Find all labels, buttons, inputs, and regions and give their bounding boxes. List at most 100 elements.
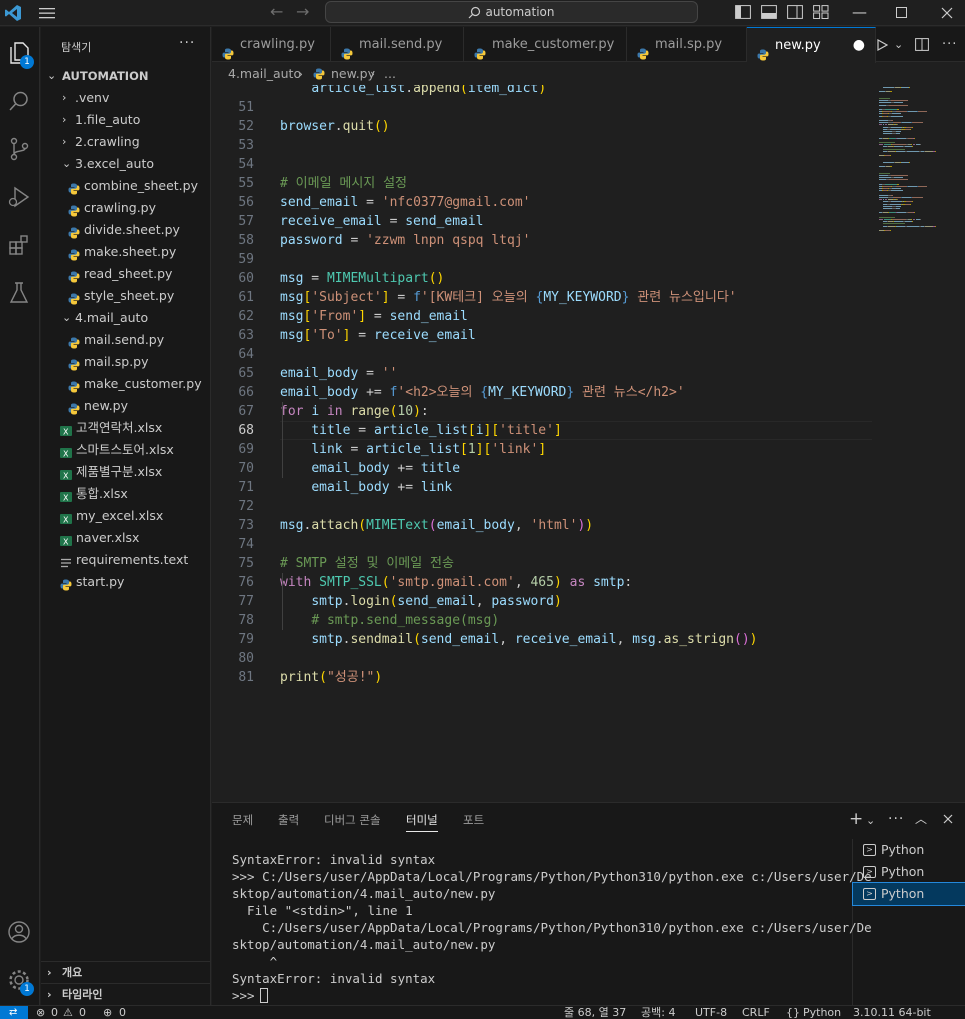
warning-icon[interactable]: ⚠ xyxy=(63,1006,73,1019)
file-item[interactable]: new.py xyxy=(41,395,210,417)
file-item[interactable]: X 제품별구분.xlsx xyxy=(41,461,210,483)
file-item[interactable]: crawling.py xyxy=(41,197,210,219)
account-icon[interactable] xyxy=(6,919,32,945)
code-text[interactable]: password = 'zzwm lnpn qspq ltqj' xyxy=(280,231,530,250)
folder-item[interactable]: › .venv xyxy=(41,87,210,109)
folder-item[interactable]: ⌄ 3.excel_auto xyxy=(41,153,210,175)
code-text[interactable]: email_body += f'<h2>오늘의 {MY_KEYWORD} 관련 … xyxy=(280,383,685,402)
remote-indicator[interactable]: ⇄ xyxy=(0,1006,28,1019)
file-item[interactable]: X 스마트스토어.xlsx xyxy=(41,439,210,461)
folder-item[interactable]: › 1.file_auto xyxy=(41,109,210,131)
error-count[interactable]: 0 xyxy=(51,1006,58,1019)
panel-tab-0[interactable]: 문제 xyxy=(232,813,253,827)
panel-tab-3[interactable]: 터미널 xyxy=(406,813,438,832)
indentation[interactable]: 공백: 4 xyxy=(641,1006,675,1019)
run-debug-icon[interactable] xyxy=(6,184,32,210)
warning-count[interactable]: 0 xyxy=(79,1006,86,1019)
breadcrumb-symbol[interactable]: ... xyxy=(384,63,396,85)
toggle-sidebar-icon[interactable] xyxy=(735,5,751,19)
code-text[interactable]: # 이메일 메시지 설정 xyxy=(280,174,407,193)
file-item[interactable]: combine_sheet.py xyxy=(41,175,210,197)
close-panel-icon[interactable] xyxy=(943,814,953,824)
new-terminal-icon[interactable]: + xyxy=(849,810,863,828)
code-text[interactable]: link = article_list[1]['link'] xyxy=(280,440,546,459)
manage-gear-icon[interactable]: 1 xyxy=(6,967,34,996)
code-text[interactable]: # SMTP 설정 및 이메일 전송 xyxy=(280,554,454,573)
more-actions-icon[interactable]: ··· xyxy=(179,35,195,51)
code-text[interactable]: msg = MIMEMultipart() xyxy=(280,269,444,288)
extensions-icon[interactable] xyxy=(6,232,32,258)
menu-icon[interactable] xyxy=(38,5,56,21)
file-item[interactable]: requirements.text xyxy=(41,549,210,571)
file-item[interactable]: X 고객연락처.xlsx xyxy=(41,417,210,439)
more-icon[interactable]: ··· xyxy=(888,810,904,828)
command-center-search[interactable]: automation xyxy=(325,1,698,23)
file-item[interactable]: Xnaver.xlsx xyxy=(41,527,210,549)
panel-tab-2[interactable]: 디버그 콘솔 xyxy=(324,813,381,827)
unsaved-dot-icon[interactable]: ● xyxy=(853,28,865,63)
workspace-root[interactable]: ⌄ AUTOMATION xyxy=(41,65,210,87)
cursor-position[interactable]: 줄 68, 열 37 xyxy=(564,1006,626,1019)
panel-tab-1[interactable]: 출력 xyxy=(278,813,299,827)
code-text[interactable]: msg.attach(MIMEText(email_body, 'html')) xyxy=(280,516,593,535)
source-control-icon[interactable] xyxy=(6,136,32,162)
code-text[interactable]: send_email = 'nfc0377@gmail.com' xyxy=(280,193,530,212)
folder-item[interactable]: › 2.crawling xyxy=(41,131,210,153)
code-text[interactable]: browser.quit() xyxy=(280,117,390,136)
file-item[interactable]: read_sheet.py xyxy=(41,263,210,285)
testing-icon[interactable] xyxy=(6,280,32,306)
terminal-instance[interactable]: > Python xyxy=(853,839,965,861)
file-item[interactable]: mail.send.py xyxy=(41,329,210,351)
breadcrumb-folder[interactable]: 4.mail_auto xyxy=(228,63,301,85)
dropdown-icon[interactable]: ⌄ xyxy=(866,812,875,830)
tab-mail-send-py[interactable]: mail.send.py xyxy=(331,27,464,62)
file-item[interactable]: make.sheet.py xyxy=(41,241,210,263)
file-item[interactable]: X 통합.xlsx xyxy=(41,483,210,505)
code-text[interactable]: msg['To'] = receive_email xyxy=(280,326,476,345)
timeline-section[interactable]: › 타임라인 xyxy=(41,983,210,1005)
close-icon[interactable] xyxy=(941,7,953,19)
code-text[interactable]: receive_email = send_email xyxy=(280,212,484,231)
search-icon[interactable] xyxy=(6,88,32,114)
code-text[interactable]: msg['Subject'] = f'[KW테크] 오늘의 {MY_KEYWOR… xyxy=(280,288,737,307)
forward-arrow-icon[interactable]: → xyxy=(296,3,309,21)
split-editor-icon[interactable] xyxy=(915,27,929,62)
python-interpreter[interactable]: 3.10.11 64-bit xyxy=(853,1006,931,1019)
ports-icon[interactable]: ⊕ xyxy=(103,1006,112,1019)
code-text[interactable]: msg['From'] = send_email xyxy=(280,307,468,326)
explorer-icon[interactable]: 1 xyxy=(6,40,34,69)
file-item[interactable]: Xmy_excel.xlsx xyxy=(41,505,210,527)
maximize-panel-icon[interactable]: ︿ xyxy=(915,810,927,828)
run-dropdown-icon[interactable]: ⌄ xyxy=(894,27,903,62)
outline-section[interactable]: › 개요 xyxy=(41,961,210,983)
panel-tab-4[interactable]: 포트 xyxy=(463,813,484,827)
code-text[interactable]: title = article_list[i]['title'] xyxy=(280,421,561,440)
code-text[interactable]: print("성공!") xyxy=(280,668,382,687)
maximize-icon[interactable] xyxy=(896,7,907,18)
code-text[interactable]: smtp.sendmail(send_email, receive_email,… xyxy=(280,630,757,649)
code-text[interactable]: for i in range(10): xyxy=(280,402,429,421)
code-text[interactable]: email_body = '' xyxy=(280,364,397,383)
tab-new-py[interactable]: new.py ● xyxy=(747,27,876,63)
code-text[interactable]: article_list.append(item_dict) xyxy=(280,85,546,98)
terminal-instance[interactable]: > Python xyxy=(852,882,965,906)
toggle-panel-icon[interactable] xyxy=(761,5,777,19)
file-item[interactable]: mail.sp.py xyxy=(41,351,210,373)
code-text[interactable]: with SMTP_SSL('smtp.gmail.com', 465) as … xyxy=(280,573,632,592)
editor-more-icon[interactable]: ··· xyxy=(942,27,957,62)
language-mode[interactable]: Python xyxy=(803,1006,841,1019)
toggle-secondary-sidebar-icon[interactable] xyxy=(787,5,803,19)
breadcrumb-file[interactable]: new.py xyxy=(331,63,375,85)
error-icon[interactable]: ⊗ xyxy=(36,1006,45,1019)
code-text[interactable]: # smtp.send_message(msg) xyxy=(280,611,499,630)
tab-crawling-py[interactable]: crawling.py xyxy=(212,27,331,62)
braces-icon[interactable]: {} xyxy=(786,1006,800,1019)
tab-mail-sp-py[interactable]: mail.sp.py xyxy=(627,27,747,62)
code-editor[interactable]: article_list.append(item_dict) 51 52 browse… xyxy=(212,85,965,801)
file-item[interactable]: style_sheet.py xyxy=(41,285,210,307)
code-text[interactable]: email_body += link xyxy=(280,478,452,497)
run-python-file-icon[interactable] xyxy=(876,27,889,62)
back-arrow-icon[interactable]: ← xyxy=(270,3,283,21)
code-text[interactable]: email_body += title xyxy=(280,459,460,478)
folder-item[interactable]: ⌄ 4.mail_auto xyxy=(41,307,210,329)
